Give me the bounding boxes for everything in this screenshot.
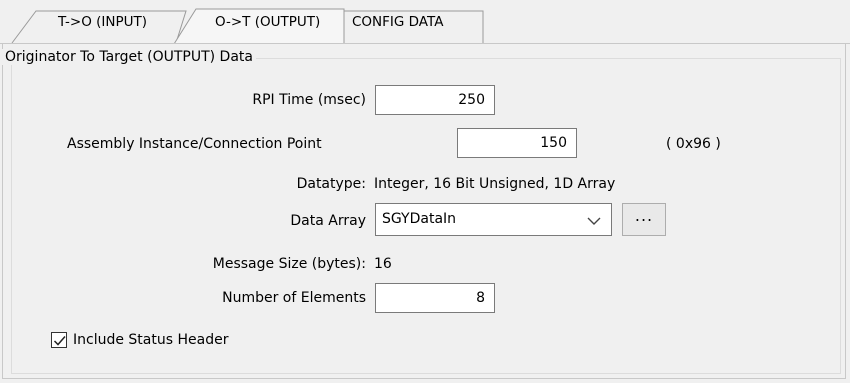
- message-size-label: Message Size (bytes):: [212, 256, 366, 272]
- tab-config-data[interactable]: CONFIG DATA: [352, 14, 443, 30]
- status-header-checkbox[interactable]: [51, 332, 67, 348]
- data-array-selected: SGYDataIn: [382, 211, 457, 227]
- data-array-label: Data Array: [290, 213, 366, 229]
- rpi-time-field[interactable]: 250: [375, 85, 495, 115]
- datatype-label: Datatype:: [296, 176, 366, 192]
- assembly-instance-field[interactable]: 150: [457, 128, 577, 158]
- datatype-value: Integer, 16 Bit Unsigned, 1D Array: [374, 176, 616, 192]
- checkmark-icon: [53, 336, 66, 346]
- data-array-dropdown[interactable]: SGYDataIn: [375, 203, 612, 236]
- tab-input[interactable]: T->O (INPUT): [58, 14, 147, 30]
- tab-bar: T->O (INPUT) O->T (OUTPUT) CONFIG DATA: [0, 0, 850, 44]
- assembly-instance-label: Assembly Instance/Connection Point: [67, 136, 322, 152]
- status-header-label[interactable]: Include Status Header: [73, 332, 228, 348]
- rpi-time-label: RPI Time (msec): [252, 92, 366, 108]
- num-elements-label: Number of Elements: [222, 290, 366, 306]
- browse-button[interactable]: ...: [622, 203, 666, 236]
- num-elements-field[interactable]: 8: [375, 283, 495, 313]
- assembly-hex-value: ( 0x96 ): [666, 136, 721, 152]
- chevron-down-icon: [587, 214, 601, 230]
- message-size-value: 16: [374, 256, 392, 272]
- group-title: Originator To Target (OUTPUT) Data: [2, 49, 256, 65]
- tab-output[interactable]: O->T (OUTPUT): [215, 14, 320, 30]
